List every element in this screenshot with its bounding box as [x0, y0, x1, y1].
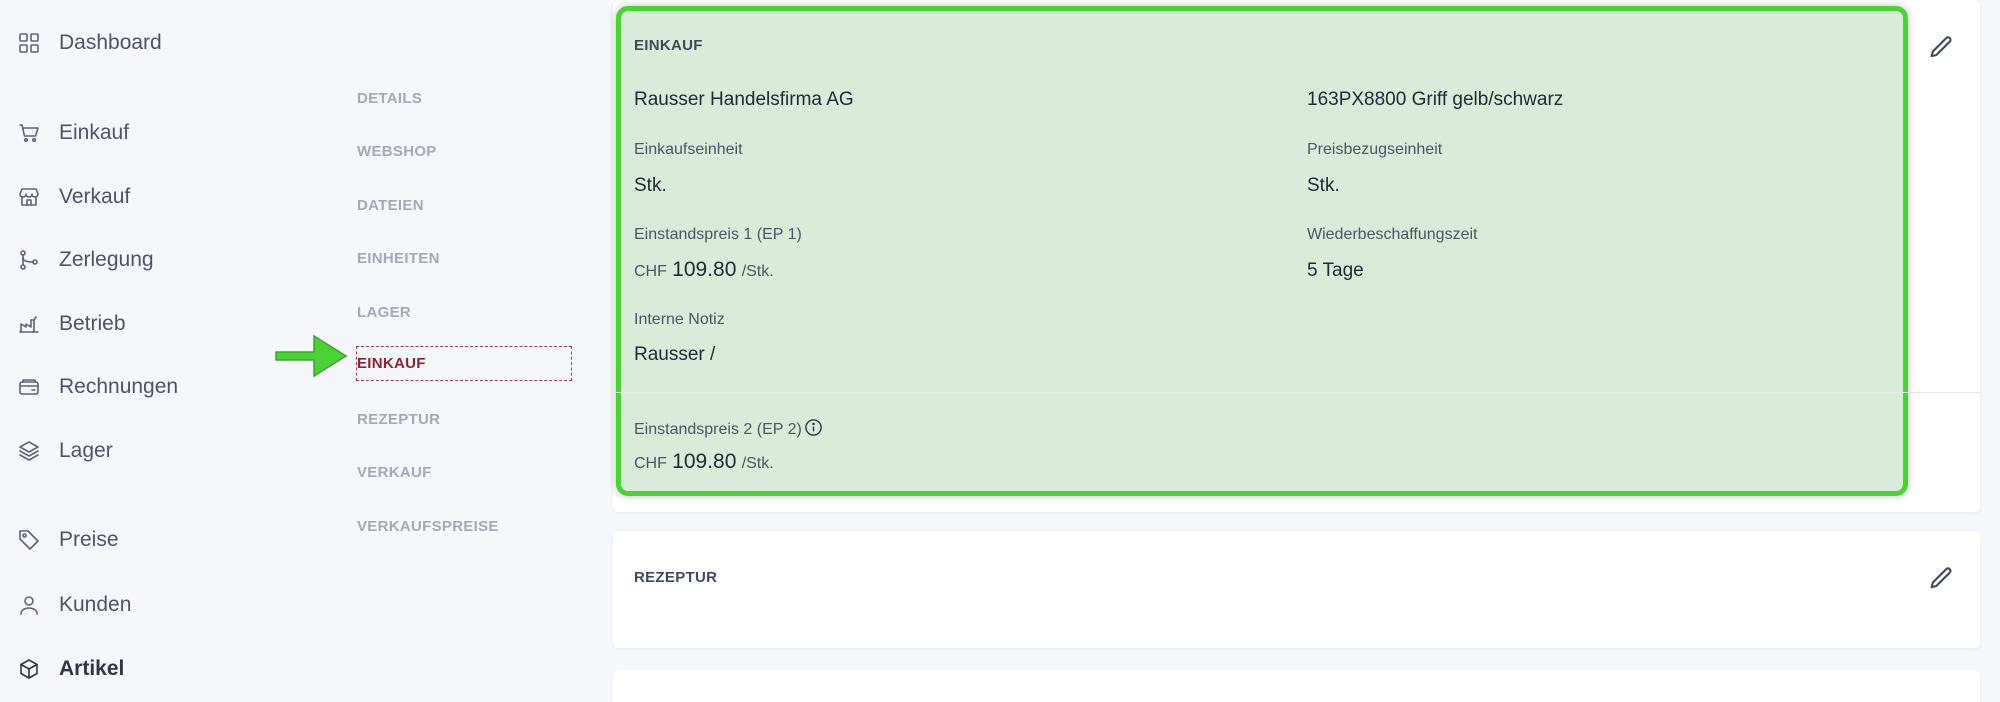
rezeptur-card-title: REZEPTUR [634, 569, 718, 586]
ep1-value: 109.80 [672, 258, 737, 281]
edit-einkauf-icon[interactable] [1927, 34, 1955, 62]
dashboard-grid-icon [17, 31, 41, 55]
ep2-unit: /Stk. [741, 455, 774, 472]
tag-icon [17, 528, 41, 552]
article-reference: 163PX8800 Griff gelb/schwarz [1307, 89, 1564, 110]
ep2-label: Einstandspreis 2 (EP 2) [634, 421, 802, 438]
interne-notiz-value: Rausser / [634, 344, 716, 365]
user-icon [17, 593, 41, 617]
subnav-einheiten[interactable]: EINHEITEN [357, 250, 440, 267]
sidebar-item-kunden[interactable]: Kunden [0, 580, 280, 630]
wbz-value: 5 Tage [1307, 260, 1364, 281]
sidebar-item-verkauf[interactable]: Verkauf [0, 172, 280, 222]
interne-notiz-label: Interne Notiz [634, 311, 725, 328]
wbz-label: Wiederbeschaffungszeit [1307, 226, 1478, 243]
einkauf-card-title: EINKAUF [634, 37, 703, 54]
sidebar-item-label: Kunden [59, 593, 132, 616]
sidebar-item-rechnungen[interactable]: Rechnungen [0, 362, 280, 412]
sidebar-item-label: Einkauf [59, 121, 130, 144]
preisbezugseinheit-value: Stk. [1307, 175, 1340, 196]
rezeptur-card [613, 531, 1980, 648]
ep2-label-row: Einstandspreis 2 (EP 2) [634, 418, 823, 439]
branch-icon [17, 248, 41, 272]
ep1-label: Einstandspreis 1 (EP 1) [634, 226, 802, 243]
box-icon [17, 657, 41, 681]
wallet-icon [17, 375, 41, 399]
supplier-name: Rausser Handelsfirma AG [634, 89, 854, 110]
sidebar-item-label: Zerlegung [59, 248, 154, 271]
info-icon[interactable] [804, 418, 823, 437]
sidebar-item-label: Rechnungen [59, 375, 179, 398]
factory-icon [17, 312, 41, 336]
ep2-value: 109.80 [672, 450, 737, 473]
cart-icon [17, 121, 41, 145]
sidebar-item-dashboard[interactable]: Dashboard [0, 18, 280, 68]
main-sidebar: Dashboard Einkauf Verkauf Zerlegung Betr… [0, 0, 300, 702]
ep2-currency: CHF [634, 455, 667, 472]
next-card [613, 670, 1980, 702]
ep1-price: CHF 109.80 /Stk. [634, 258, 774, 282]
sidebar-item-artikel[interactable]: Artikel [0, 644, 280, 694]
sidebar-item-label: Preise [59, 528, 119, 551]
sidebar-item-einkauf[interactable]: Einkauf [0, 108, 280, 158]
subnav-rezeptur[interactable]: REZEPTUR [357, 411, 440, 428]
preisbezugseinheit-label: Preisbezugseinheit [1307, 141, 1443, 158]
sidebar-item-lager[interactable]: Lager [0, 426, 280, 476]
einkaufseinheit-value: Stk. [634, 175, 667, 196]
sidebar-item-label: Lager [59, 439, 113, 462]
sidebar-item-zerlegung[interactable]: Zerlegung [0, 235, 280, 285]
sidebar-item-preise[interactable]: Preise [0, 515, 280, 565]
sidebar-item-label: Dashboard [59, 31, 162, 54]
sidebar-item-label: Artikel [59, 657, 125, 680]
edit-rezeptur-icon[interactable] [1927, 565, 1955, 593]
sidebar-item-label: Verkauf [59, 185, 131, 208]
ep1-currency: CHF [634, 263, 667, 280]
store-icon [17, 185, 41, 209]
subnav-verkauf[interactable]: VERKAUF [357, 464, 432, 481]
einkaufseinheit-label: Einkaufseinheit [634, 141, 743, 158]
pointer-arrow-icon [275, 334, 348, 378]
subnav-details[interactable]: DETAILS [357, 90, 422, 107]
ep1-unit: /Stk. [741, 263, 774, 280]
subnav-webshop[interactable]: WEBSHOP [357, 143, 437, 160]
subnav-einkauf[interactable]: EINKAUF [356, 346, 572, 381]
layers-icon [17, 439, 41, 463]
sidebar-item-betrieb[interactable]: Betrieb [0, 299, 280, 349]
sidebar-item-label: Betrieb [59, 312, 126, 335]
subnav-lager[interactable]: LAGER [357, 304, 411, 321]
subnav-dateien[interactable]: DATEIEN [357, 197, 424, 214]
section-divider [616, 392, 1980, 393]
ep2-price: CHF 109.80 /Stk. [634, 450, 774, 474]
subnav-verkaufspreise[interactable]: VERKAUFSPREISE [357, 518, 499, 535]
